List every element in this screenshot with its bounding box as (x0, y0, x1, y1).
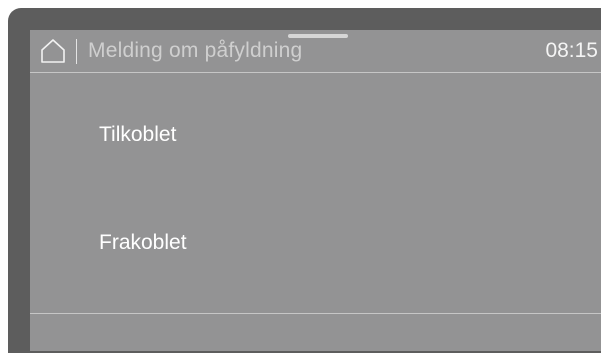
device-frame: Melding om påfyldning 08:15 Tilkoblet Fr… (8, 8, 601, 353)
header-bar: Melding om påfyldning 08:15 (30, 30, 601, 72)
option-label: Frakoblet (99, 231, 187, 254)
option-label: Tilkoblet (99, 123, 177, 146)
page-title: Melding om påfyldning (88, 39, 303, 62)
option-tilkoblet[interactable]: Tilkoblet (30, 109, 601, 163)
home-icon[interactable] (40, 38, 66, 64)
footer-divider (30, 313, 601, 314)
header-separator (76, 39, 77, 64)
display-bezel: Melding om påfyldning 08:15 Tilkoblet Fr… (0, 0, 601, 353)
option-frakoblet[interactable]: Frakoblet (30, 217, 601, 271)
clock: 08:15 (545, 39, 598, 62)
display-screen: Melding om påfyldning 08:15 Tilkoblet Fr… (30, 30, 601, 351)
header-divider (30, 72, 601, 73)
